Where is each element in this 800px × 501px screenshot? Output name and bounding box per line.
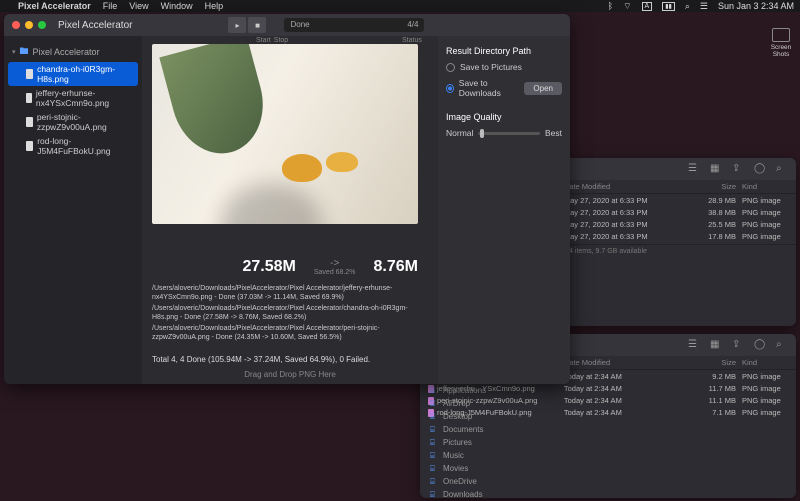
menubar-clock[interactable]: Sun Jan 3 2:34 AM — [718, 1, 794, 11]
summary-line: Total 4, 4 Done (105.94M -> 37.24M, Save… — [152, 355, 428, 364]
path-heading: Result Directory Path — [446, 46, 562, 56]
compression-stats: 27.58M ->Saved 68.2% 8.76M — [152, 258, 428, 276]
titlebar: Pixel Accelerator ▸ ■ StartStop Done 4/4… — [4, 14, 570, 36]
menu-window[interactable]: Window — [161, 1, 193, 11]
radio-icon — [446, 84, 454, 93]
start-button[interactable]: ▸ — [228, 17, 246, 33]
gallery-view-icon[interactable]: ▦ — [710, 163, 722, 175]
control-center-icon[interactable]: ☰ — [700, 1, 708, 12]
drop-zone[interactable]: Drag and Drop PNG Here — [152, 370, 428, 379]
share-icon[interactable]: ⇪ — [732, 339, 744, 351]
sidebar-root[interactable]: ▾ 🖿 Pixel Accelerator — [8, 42, 138, 62]
finder-sidebar-item[interactable]: ⌸Music — [430, 449, 500, 462]
close-icon[interactable] — [12, 21, 20, 29]
log-output: /Users/aloveric/Downloads/PixelAccelerat… — [152, 284, 428, 343]
file-icon — [26, 141, 33, 151]
tags-icon[interactable]: ◯ — [754, 339, 766, 351]
log-line: /Users/aloveric/Downloads/PixelAccelerat… — [152, 304, 428, 323]
log-line: /Users/aloveric/Downloads/PixelAccelerat… — [152, 324, 428, 343]
screenshot-icon — [772, 28, 790, 42]
sidebar-item-label: rod-long-J5M4FuFBokU.png — [37, 136, 134, 156]
folder-icon: ⌸ — [430, 438, 438, 448]
sidebar-item-label: peri-stojnic-zzpwZ9v00uA.png — [37, 112, 134, 132]
list-view-icon[interactable]: ☰ — [688, 339, 700, 351]
radio-icon — [446, 63, 455, 72]
search-icon[interactable]: ⌕ — [685, 1, 690, 12]
finder-sidebar-item[interactable]: ⌸Movies — [430, 462, 500, 475]
progress-bar: Done 4/4 — [284, 18, 424, 32]
folder-icon: ⌸ — [430, 464, 438, 474]
quality-slider[interactable] — [478, 132, 540, 135]
folder-icon: ⌸ — [430, 386, 438, 396]
size-after: 8.76M — [374, 258, 418, 276]
finder-sidebar-item[interactable]: ⌸Downloads — [430, 488, 500, 501]
radio-label: Save to Downloads — [459, 78, 520, 98]
finder-sidebar-item[interactable]: ⌸Applications — [430, 384, 500, 397]
tags-icon[interactable]: ◯ — [754, 163, 766, 175]
finder-sidebar-item[interactable]: ⌸Documents — [430, 423, 500, 436]
file-sidebar: ▾ 🖿 Pixel Accelerator chandra-oh-i0R3gm-… — [4, 36, 142, 384]
folder-icon: ⌸ — [430, 490, 438, 500]
open-button[interactable]: Open — [524, 82, 562, 95]
stop-button[interactable]: ■ — [248, 17, 266, 33]
folder-icon: ⌸ — [430, 399, 438, 409]
menu-view[interactable]: View — [129, 1, 148, 11]
quality-heading: Image Quality — [446, 112, 562, 122]
screenshot-label: Screen Shots — [771, 44, 792, 58]
progress-count: 4/4 — [407, 20, 418, 30]
finder-sidebar-item[interactable]: ⌸Desktop — [430, 410, 500, 423]
menu-file[interactable]: File — [103, 1, 118, 11]
macos-menubar: Pixel Accelerator File View Window Help … — [0, 0, 800, 12]
pixel-accelerator-window: Pixel Accelerator ▸ ■ StartStop Done 4/4… — [4, 14, 570, 384]
finder-sidebar: ⌸Applications⌸AirDrop⌸Desktop⌸Documents⌸… — [430, 384, 500, 501]
list-view-icon[interactable]: ☰ — [688, 163, 700, 175]
folder-icon: ⌸ — [430, 425, 438, 435]
finder-sidebar-item[interactable]: ⌸AirDrop — [430, 397, 500, 410]
menu-help[interactable]: Help — [205, 1, 224, 11]
file-icon — [26, 117, 33, 127]
sidebar-root-label: Pixel Accelerator — [33, 47, 100, 57]
minimize-icon[interactable] — [25, 21, 33, 29]
folder-icon: ⌸ — [430, 451, 438, 461]
quality-high-label: Best — [545, 128, 562, 138]
search-icon[interactable]: ⌕ — [776, 163, 788, 175]
search-icon[interactable]: ⌕ — [776, 339, 788, 351]
radio-label: Save to Pictures — [460, 62, 522, 72]
progress-state: Done — [290, 20, 309, 30]
transport-controls: ▸ ■ StartStop — [228, 17, 268, 33]
arrow-icon: ->Saved 68.2% — [314, 258, 356, 276]
main-pane: 27.58M ->Saved 68.2% 8.76M /Users/alover… — [142, 36, 438, 384]
gallery-view-icon[interactable]: ▦ — [710, 339, 722, 351]
battery-icon[interactable]: ▮▮ — [662, 2, 675, 11]
sidebar-item[interactable]: rod-long-J5M4FuFBokU.png — [8, 134, 138, 158]
folder-icon: 🖿 — [20, 44, 29, 60]
settings-panel: Result Directory Path Save to Pictures S… — [438, 36, 570, 384]
menu-app[interactable]: Pixel Accelerator — [18, 1, 91, 11]
window-title: Pixel Accelerator — [58, 20, 132, 31]
log-line: /Users/aloveric/Downloads/PixelAccelerat… — [152, 284, 428, 303]
sidebar-item[interactable]: chandra-oh-i0R3gm-H8s.png — [8, 62, 138, 86]
triangle-icon: ▾ — [12, 48, 16, 56]
radio-save-pictures[interactable]: Save to Pictures — [446, 62, 562, 72]
finder-sidebar-item[interactable]: ⌸Pictures — [430, 436, 500, 449]
desktop-screenshot-widget[interactable]: Screen Shots — [768, 28, 794, 58]
sidebar-item[interactable]: jeffery-erhunse-nx4YSxCmn9o.png — [8, 86, 138, 110]
bluetooth-icon[interactable]: ᛒ — [608, 1, 613, 11]
folder-icon: ⌸ — [430, 477, 438, 487]
radio-save-downloads[interactable]: Save to Downloads Open — [446, 78, 562, 98]
image-preview — [152, 44, 418, 224]
sidebar-item-label: chandra-oh-i0R3gm-H8s.png — [37, 64, 134, 84]
finder-sidebar-item[interactable]: ⌸OneDrive — [430, 475, 500, 488]
share-icon[interactable]: ⇪ — [732, 163, 744, 175]
file-icon — [26, 93, 32, 103]
input-icon[interactable]: A — [642, 2, 653, 11]
file-icon — [26, 69, 33, 79]
sidebar-item[interactable]: peri-stojnic-zzpwZ9v00uA.png — [8, 110, 138, 134]
folder-icon: ⌸ — [430, 412, 438, 422]
quality-low-label: Normal — [446, 128, 473, 138]
wifi-icon[interactable]: ⌔ — [623, 1, 631, 12]
zoom-icon[interactable] — [38, 21, 46, 29]
size-before: 27.58M — [243, 258, 296, 276]
sidebar-item-label: jeffery-erhunse-nx4YSxCmn9o.png — [36, 88, 134, 108]
